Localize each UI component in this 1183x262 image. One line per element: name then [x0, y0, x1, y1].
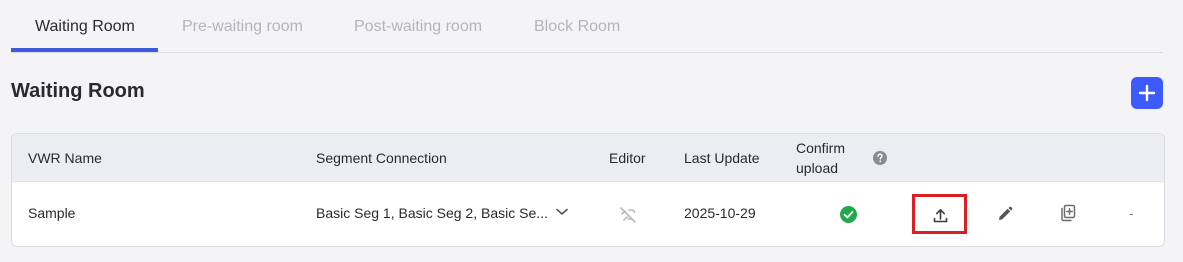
cell-last-col: -	[1129, 205, 1134, 221]
tab-pre-waiting-room[interactable]: Pre-waiting room	[182, 18, 303, 53]
chevron-down-icon[interactable]	[556, 208, 568, 216]
active-tab-indicator	[11, 48, 158, 52]
cell-segment-connection: Basic Seg 1, Basic Seg 2, Basic Se...	[316, 205, 548, 221]
edit-pencil-icon[interactable]	[997, 206, 1013, 222]
header-editor: Editor	[609, 150, 646, 166]
plus-icon	[1138, 84, 1156, 102]
cell-vwr-name: Sample	[28, 205, 76, 221]
cell-last-update: 2025-10-29	[684, 205, 756, 221]
copy-add-icon[interactable]	[1059, 204, 1077, 222]
check-circle-icon	[840, 206, 857, 223]
page-title: Waiting Room	[11, 80, 145, 102]
add-button[interactable]	[1131, 77, 1163, 109]
tab-post-waiting-room[interactable]: Post-waiting room	[354, 18, 482, 53]
upload-button-highlight	[912, 194, 967, 234]
header-last-update: Last Update	[684, 150, 760, 166]
header-confirm-upload-line2: upload	[796, 160, 839, 176]
link-off-icon	[620, 207, 636, 223]
waiting-room-table: VWR Name Segment Connection Editor Last …	[11, 133, 1165, 247]
tab-bar: Waiting Room Pre-waiting room Post-waiti…	[11, 0, 1163, 53]
header-vwr-name: VWR Name	[28, 150, 102, 166]
header-confirm-upload-line1: Confirm	[796, 140, 846, 156]
header-segment-connection: Segment Connection	[316, 150, 447, 166]
table-row: Sample Basic Seg 1, Basic Seg 2, Basic S…	[12, 182, 1164, 246]
table-header: VWR Name Segment Connection Editor Last …	[12, 134, 1164, 182]
tab-block-room[interactable]: Block Room	[534, 18, 620, 53]
help-icon[interactable]	[873, 151, 887, 165]
